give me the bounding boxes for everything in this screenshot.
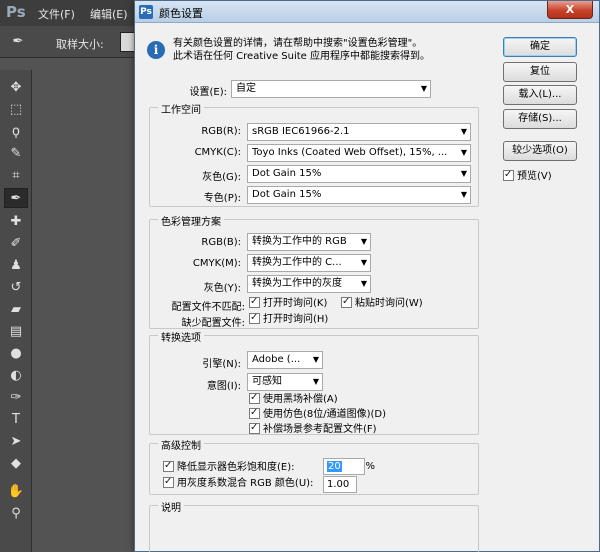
- dither-checkbox[interactable]: 使用仿色(8位/通道图像)(D): [249, 406, 386, 422]
- photoshop-app-icon: Ps: [139, 5, 153, 19]
- move-tool-icon[interactable]: ✥: [4, 78, 28, 98]
- ws-gray-label: 灰色(G):: [202, 172, 241, 183]
- mismatch-open-checkbox[interactable]: 打开时询问(K): [249, 295, 327, 311]
- chevron-down-icon: ▼: [360, 237, 367, 246]
- fewer-options-button[interactable]: 较少选项(O): [503, 141, 577, 161]
- policy-rgb-label: RGB(B):: [201, 237, 241, 248]
- checkbox-checked-icon: [249, 421, 260, 435]
- chevron-down-icon: ▼: [420, 84, 427, 93]
- black-point-checkbox[interactable]: 使用黑场补偿(A): [249, 391, 338, 407]
- blur-tool-icon[interactable]: ●: [4, 344, 28, 364]
- checkbox-checked-icon: [163, 459, 174, 473]
- ws-cmyk-select[interactable]: Toyo Inks (Coated Web Offset), 15%, ... ▼: [247, 144, 471, 162]
- advanced-title: 高级控制: [158, 437, 204, 452]
- chevron-down-icon: ▼: [312, 377, 319, 386]
- working-spaces-title: 工作空间: [158, 101, 204, 116]
- ws-rgb-label: RGB(R):: [201, 126, 241, 137]
- mismatch-label: 配置文件不匹配:: [171, 302, 245, 313]
- dialog-title: 颜色设置: [159, 7, 203, 20]
- engine-label: 引擎(N):: [202, 359, 241, 370]
- brush-tool-icon[interactable]: ✐: [4, 234, 28, 254]
- menu-file[interactable]: 文件(F): [38, 6, 75, 22]
- checkbox-checked-icon: [341, 295, 352, 309]
- desaturate-unit: %: [365, 461, 375, 472]
- policy-gray-select[interactable]: 转换为工作中的灰度 ▼: [247, 275, 371, 293]
- chevron-down-icon: ▼: [360, 258, 367, 267]
- intent-label: 意图(I):: [206, 381, 241, 392]
- checkbox-checked-icon: [249, 391, 260, 405]
- scene-referred-checkbox[interactable]: 补偿场景参考配置文件(F): [249, 421, 377, 437]
- eyedropper-option-icon[interactable]: ✒: [6, 32, 30, 52]
- chevron-down-icon: ▼: [460, 148, 467, 157]
- preview-checkbox[interactable]: 预览(V): [503, 168, 552, 184]
- intent-select[interactable]: 可感知 ▼: [247, 373, 323, 391]
- policy-rgb-select[interactable]: 转换为工作中的 RGB ▼: [247, 233, 371, 251]
- eyedropper-tool-icon[interactable]: ✒: [4, 188, 28, 208]
- chevron-down-icon: ▼: [360, 279, 367, 288]
- hand-tool-icon[interactable]: ✋: [4, 482, 28, 502]
- healing-tool-icon[interactable]: ✚: [4, 212, 28, 232]
- stamp-tool-icon[interactable]: ♟: [4, 256, 28, 276]
- chevron-down-icon: ▼: [460, 169, 467, 178]
- info-icon: i: [147, 41, 165, 59]
- dodge-tool-icon[interactable]: ◐: [4, 366, 28, 386]
- description-title: 说明: [158, 499, 184, 514]
- history-brush-tool-icon[interactable]: ↺: [4, 278, 28, 298]
- save-button[interactable]: 存储(S)...: [503, 109, 577, 129]
- description-group: 说明: [149, 499, 479, 552]
- crop-tool-icon[interactable]: ⌗: [4, 166, 28, 186]
- ws-spot-select[interactable]: Dot Gain 15% ▼: [247, 186, 471, 204]
- ok-button[interactable]: 确定: [503, 37, 577, 57]
- policy-cmyk-label: CMYK(M):: [192, 258, 241, 269]
- pen-tool-icon[interactable]: ✑: [4, 388, 28, 408]
- missing-label: 缺少配置文件:: [181, 318, 245, 329]
- checkbox-checked-icon: [249, 311, 260, 325]
- blend-gamma-input[interactable]: 1.00: [323, 476, 357, 493]
- desaturate-checkbox[interactable]: 降低显示器色彩饱和度(E):: [163, 459, 295, 475]
- load-button[interactable]: 载入(L)...: [503, 85, 577, 105]
- gradient-tool-icon[interactable]: ▤: [4, 322, 28, 342]
- policy-gray-label: 灰色(Y):: [203, 283, 241, 294]
- checkbox-checked-icon: [163, 475, 174, 489]
- zoom-tool-icon[interactable]: ⚲: [4, 504, 28, 524]
- color-settings-dialog: Ps 颜色设置 X i 有关颜色设置的详情，请在帮助中搜索"设置色彩管理"。 此…: [134, 0, 600, 552]
- checkbox-checked-icon: [249, 406, 260, 420]
- chevron-down-icon: ▼: [460, 190, 467, 199]
- dialog-titlebar[interactable]: Ps 颜色设置 X: [135, 1, 599, 23]
- menu-edit[interactable]: 编辑(E): [90, 6, 128, 22]
- ws-spot-label: 专色(P):: [203, 193, 241, 204]
- ws-rgb-select[interactable]: sRGB IEC61966-2.1 ▼: [247, 123, 471, 141]
- conversion-title: 转换选项: [158, 329, 204, 344]
- policies-title: 色彩管理方案: [158, 213, 224, 228]
- ws-cmyk-label: CMYK(C):: [194, 147, 241, 158]
- lasso-tool-icon[interactable]: ϙ: [4, 122, 28, 142]
- desaturate-input[interactable]: 20: [323, 458, 365, 475]
- settings-label: 设置(E):: [189, 87, 228, 98]
- tools-panel: ✥ ⬚ ϙ ✎ ⌗ ✒ ✚ ✐ ♟ ↺ ▰ ▤ ● ◐ ✑ T ➤ ◆ ✋ ⚲: [0, 70, 32, 552]
- checkbox-checked-icon: [249, 295, 260, 309]
- close-button[interactable]: X: [547, 1, 593, 19]
- engine-select[interactable]: Adobe (... ▼: [247, 351, 323, 369]
- missing-open-checkbox[interactable]: 打开时询问(H): [249, 311, 328, 327]
- mismatch-paste-checkbox[interactable]: 粘贴时询问(W): [341, 295, 423, 311]
- blend-gamma-checkbox[interactable]: 用灰度系数混合 RGB 颜色(U):: [163, 475, 313, 491]
- checkbox-checked-icon: [503, 168, 514, 182]
- shape-tool-icon[interactable]: ◆: [4, 454, 28, 474]
- eraser-tool-icon[interactable]: ▰: [4, 300, 28, 320]
- settings-select[interactable]: 自定 ▼: [231, 80, 431, 98]
- info-line-1: 有关颜色设置的详情，请在帮助中搜索"设置色彩管理"。: [173, 38, 423, 49]
- info-text: 有关颜色设置的详情，请在帮助中搜索"设置色彩管理"。 此术语在任何 Creati…: [173, 37, 503, 63]
- chevron-down-icon: ▼: [312, 355, 319, 364]
- type-tool-icon[interactable]: T: [4, 410, 28, 430]
- photoshop-logo: Ps: [6, 3, 26, 21]
- info-line-2: 此术语在任何 Creative Suite 应用程序中都能搜索得到。: [173, 51, 430, 62]
- ws-gray-select[interactable]: Dot Gain 15% ▼: [247, 165, 471, 183]
- marquee-tool-icon[interactable]: ⬚: [4, 100, 28, 120]
- reset-button[interactable]: 复位: [503, 62, 577, 82]
- sample-size-label: 取样大小:: [56, 38, 104, 51]
- chevron-down-icon: ▼: [460, 127, 467, 136]
- path-select-tool-icon[interactable]: ➤: [4, 432, 28, 452]
- policy-cmyk-select[interactable]: 转换为工作中的 C... ▼: [247, 254, 371, 272]
- quick-select-tool-icon[interactable]: ✎: [4, 144, 28, 164]
